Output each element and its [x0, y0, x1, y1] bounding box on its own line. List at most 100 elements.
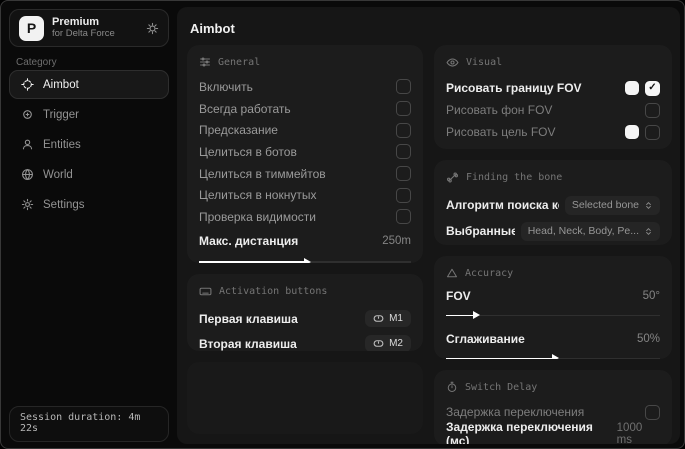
- max-distance-label: Макс. дистанция: [199, 233, 299, 248]
- sidebar-item-entities[interactable]: Entities: [9, 130, 169, 159]
- sidebar-item-aimbot[interactable]: Aimbot: [9, 70, 169, 99]
- finding-bone-panel-header: Finding the bone: [446, 171, 660, 184]
- panel-title: Accuracy: [465, 267, 514, 279]
- bone-label: Выбранные кости: [446, 224, 515, 238]
- checkbox[interactable]: [645, 124, 660, 140]
- max-distance-row: Макс. дистанция 250m: [199, 230, 411, 252]
- entities-icon: [21, 138, 34, 151]
- sidebar-item-label: Settings: [43, 198, 85, 211]
- checkbox[interactable]: [645, 80, 660, 96]
- setting-row: Включить: [199, 76, 411, 98]
- setting-label: Всегда работать: [199, 101, 291, 116]
- keybind-label: Первая клавиша: [199, 311, 298, 326]
- visual-label: Рисовать границу FOV: [446, 81, 582, 95]
- checkbox[interactable]: [396, 122, 411, 138]
- checkbox[interactable]: [645, 102, 660, 118]
- gear-icon[interactable]: [146, 22, 159, 35]
- checkbox[interactable]: [645, 404, 660, 420]
- panel-title: Finding the bone: [466, 172, 563, 183]
- session-card: Session duration: 4m 22s: [9, 406, 169, 442]
- app-window: P Premium for Delta Force Category Aimbo…: [0, 0, 685, 449]
- max-distance-slider[interactable]: [199, 258, 411, 263]
- setting-label: Предсказание: [199, 123, 278, 138]
- smoothing-row: Сглаживание 50%: [446, 330, 660, 348]
- slider-fill: [446, 311, 480, 320]
- checkbox[interactable]: [396, 144, 411, 160]
- sidebar-item-settings[interactable]: Settings: [9, 190, 169, 219]
- visual-row: Рисовать границу FOV: [446, 77, 660, 99]
- category-label: Category: [16, 57, 57, 68]
- keybind-button[interactable]: M1: [365, 310, 411, 327]
- checkbox[interactable]: [396, 209, 411, 225]
- keyboard-icon: [199, 285, 212, 298]
- fov-slider[interactable]: [446, 311, 660, 320]
- checkbox[interactable]: [396, 166, 411, 182]
- bone-algorithm-select[interactable]: Selected bone: [564, 195, 660, 215]
- timer-icon: [446, 381, 458, 393]
- checkbox[interactable]: [396, 79, 411, 95]
- unfold-icon: [644, 227, 653, 236]
- activation-panel: Activation buttons Первая клавиша M1 Вто…: [187, 274, 423, 351]
- brand-text: Premium for Delta Force: [52, 16, 115, 40]
- select-value: Selected bone: [571, 199, 639, 211]
- globe-icon: [21, 168, 34, 181]
- finding-bone-panel: Finding the bone Алгоритм поиска костей …: [434, 160, 672, 245]
- setting-row: Проверка видимости: [199, 206, 411, 228]
- sidebar-item-world[interactable]: World: [9, 160, 169, 189]
- sidebar-nav: Aimbot Trigger Entities World Settings: [9, 70, 169, 219]
- empty-panel: [187, 362, 423, 434]
- keybind-row: Первая клавиша M1: [199, 306, 411, 331]
- slider-fill: [199, 258, 311, 263]
- visual-label: Рисовать фон FOV: [446, 103, 553, 117]
- keybind-button[interactable]: M2: [365, 335, 411, 351]
- visual-label: Рисовать цель FOV: [446, 125, 556, 139]
- brand-title: Premium: [52, 16, 100, 29]
- visual-controls: [625, 124, 660, 140]
- brand-subtitle: for Delta Force: [52, 27, 115, 39]
- sidebar-item-trigger[interactable]: Trigger: [9, 100, 169, 129]
- tune-icon: [199, 56, 211, 68]
- bone-row: Выбранные кости Head, Neck, Body, Pe...: [446, 218, 660, 244]
- unfold-icon: [644, 201, 653, 210]
- slider-thumb[interactable]: [552, 354, 559, 359]
- setting-label: Целиться в ботов: [199, 144, 297, 159]
- activation-panel-header: Activation buttons: [199, 285, 411, 298]
- sidebar-item-label: Trigger: [43, 108, 79, 121]
- checkbox[interactable]: [396, 187, 411, 203]
- panel-title: General: [218, 56, 261, 68]
- checkbox[interactable]: [396, 101, 411, 117]
- color-swatch[interactable]: [625, 125, 639, 139]
- triangle-icon: [446, 267, 458, 279]
- trigger-icon: [21, 108, 34, 121]
- slider-thumb[interactable]: [472, 311, 480, 320]
- switch-delay-value-row: Задержка переключения (мс) 1000 ms: [446, 420, 660, 444]
- crosshair-icon: [21, 78, 34, 91]
- select-value: Head, Neck, Body, Pe...: [527, 225, 639, 237]
- panel-title: Switch Delay: [465, 381, 538, 393]
- smoothing-slider[interactable]: [446, 354, 660, 359]
- slider-thumb[interactable]: [304, 258, 311, 263]
- fov-value: 50°: [642, 290, 660, 302]
- visual-panel-header: Visual: [446, 56, 660, 69]
- selected-bones-select[interactable]: Head, Neck, Body, Pe...: [520, 221, 660, 241]
- panel-title: Activation buttons: [219, 286, 328, 297]
- session-duration: Session duration: 4m 22s: [20, 412, 141, 434]
- setting-row: Целиться в ботов: [199, 141, 411, 163]
- fov-label: FOV: [446, 289, 471, 303]
- switch-delay-value: 1000 ms: [616, 422, 643, 444]
- mouse-icon: [373, 338, 384, 349]
- mouse-icon: [373, 313, 384, 324]
- visual-row: Рисовать цель FOV: [446, 121, 660, 143]
- setting-row: Целиться в нокнутых: [199, 184, 411, 206]
- accuracy-panel-header: Accuracy: [446, 267, 660, 279]
- brand-card[interactable]: P Premium for Delta Force: [9, 9, 169, 47]
- setting-row: Целиться в тиммейтов: [199, 163, 411, 185]
- panel-title: Visual: [466, 57, 503, 68]
- setting-label: Целиться в тиммейтов: [199, 166, 326, 181]
- switch-delay-panel: Switch Delay Задержка переключения Задер…: [434, 370, 672, 444]
- color-swatch[interactable]: [625, 81, 639, 95]
- switch-delay-label: Задержка переключения (мс): [446, 420, 593, 444]
- keybind-label: Вторая клавиша: [199, 336, 297, 351]
- smoothing-value: 50%: [636, 333, 660, 345]
- visual-row: Рисовать фон FOV: [446, 99, 660, 121]
